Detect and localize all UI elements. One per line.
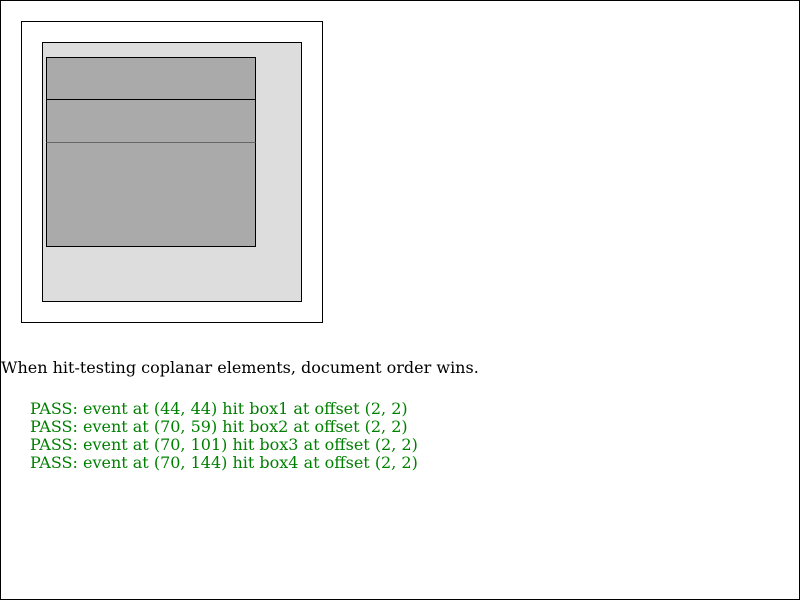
result-line: PASS: event at (70, 59) hit box2 at offs… xyxy=(30,417,408,436)
result-line: PASS: event at (44, 44) hit box1 at offs… xyxy=(30,399,408,418)
box2[interactable] xyxy=(46,57,256,101)
box3[interactable] xyxy=(46,99,256,143)
description-text: When hit-testing coplanar elements, docu… xyxy=(1,358,479,377)
box4[interactable] xyxy=(46,142,256,247)
results-list: PASS: event at (44, 44) hit box1 at offs… xyxy=(30,400,418,472)
result-line: PASS: event at (70, 101) hit box3 at off… xyxy=(30,435,418,454)
result-line: PASS: event at (70, 144) hit box4 at off… xyxy=(30,453,418,472)
